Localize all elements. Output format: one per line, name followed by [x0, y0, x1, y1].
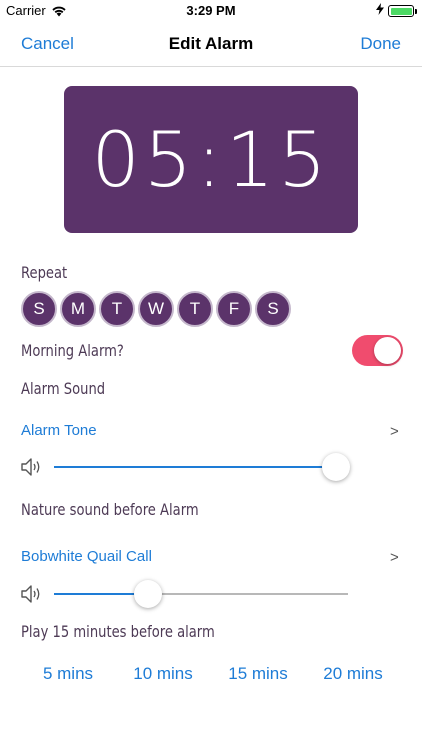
option-5-mins[interactable]: 5 mins [23, 664, 113, 684]
option-15-mins[interactable]: 15 mins [213, 664, 303, 684]
nature-volume-thumb[interactable] [134, 580, 163, 608]
day-sunday[interactable]: S [21, 291, 57, 327]
done-button[interactable]: Done [360, 34, 401, 54]
repeat-label: Repeat [21, 263, 68, 282]
day-tuesday[interactable]: T [99, 291, 135, 327]
navigation-bar: Cancel Edit Alarm Done [0, 22, 422, 67]
battery-icon [388, 5, 417, 17]
morning-alarm-label: Morning Alarm? [21, 341, 124, 360]
day-monday[interactable]: M [60, 291, 96, 327]
nature-sound-link[interactable]: Bobwhite Quail Call [21, 548, 152, 565]
page-title: Edit Alarm [168, 34, 254, 53]
toggle-knob [374, 337, 401, 364]
alarm-sound-label: Alarm Sound [21, 379, 106, 398]
alarm-volume-thumb[interactable] [322, 453, 351, 481]
option-20-mins[interactable]: 20 mins [308, 664, 398, 684]
option-10-mins[interactable]: 10 mins [118, 664, 208, 684]
day-wednesday[interactable]: W [138, 291, 174, 327]
alarm-tone-link[interactable]: Alarm Tone [21, 422, 97, 439]
alarm-time-text: 05:15 [91, 115, 331, 204]
status-time: 3:29 PM [186, 3, 236, 18]
day-saturday[interactable]: S [255, 291, 291, 327]
nature-sound-label: Nature sound before Alarm [21, 500, 199, 519]
charging-icon [376, 3, 384, 15]
morning-alarm-toggle[interactable] [352, 335, 403, 366]
status-bar: Carrier 3:29 PM [0, 0, 422, 22]
nature-sound-chevron-icon[interactable]: > [390, 549, 399, 566]
day-thursday[interactable]: T [177, 291, 213, 327]
alarm-volume-speaker-icon [21, 458, 40, 476]
alarm-tone-chevron-icon[interactable]: > [390, 423, 399, 440]
nature-volume-speaker-icon [21, 585, 40, 603]
day-friday[interactable]: F [216, 291, 252, 327]
alarm-time-display[interactable]: 05:15 [64, 86, 358, 233]
alarm-volume-slider[interactable] [54, 453, 351, 481]
repeat-days: S M T W T F S [21, 291, 291, 327]
nature-volume-slider[interactable] [54, 580, 348, 608]
play-before-label: Play 15 minutes before alarm [21, 622, 215, 641]
